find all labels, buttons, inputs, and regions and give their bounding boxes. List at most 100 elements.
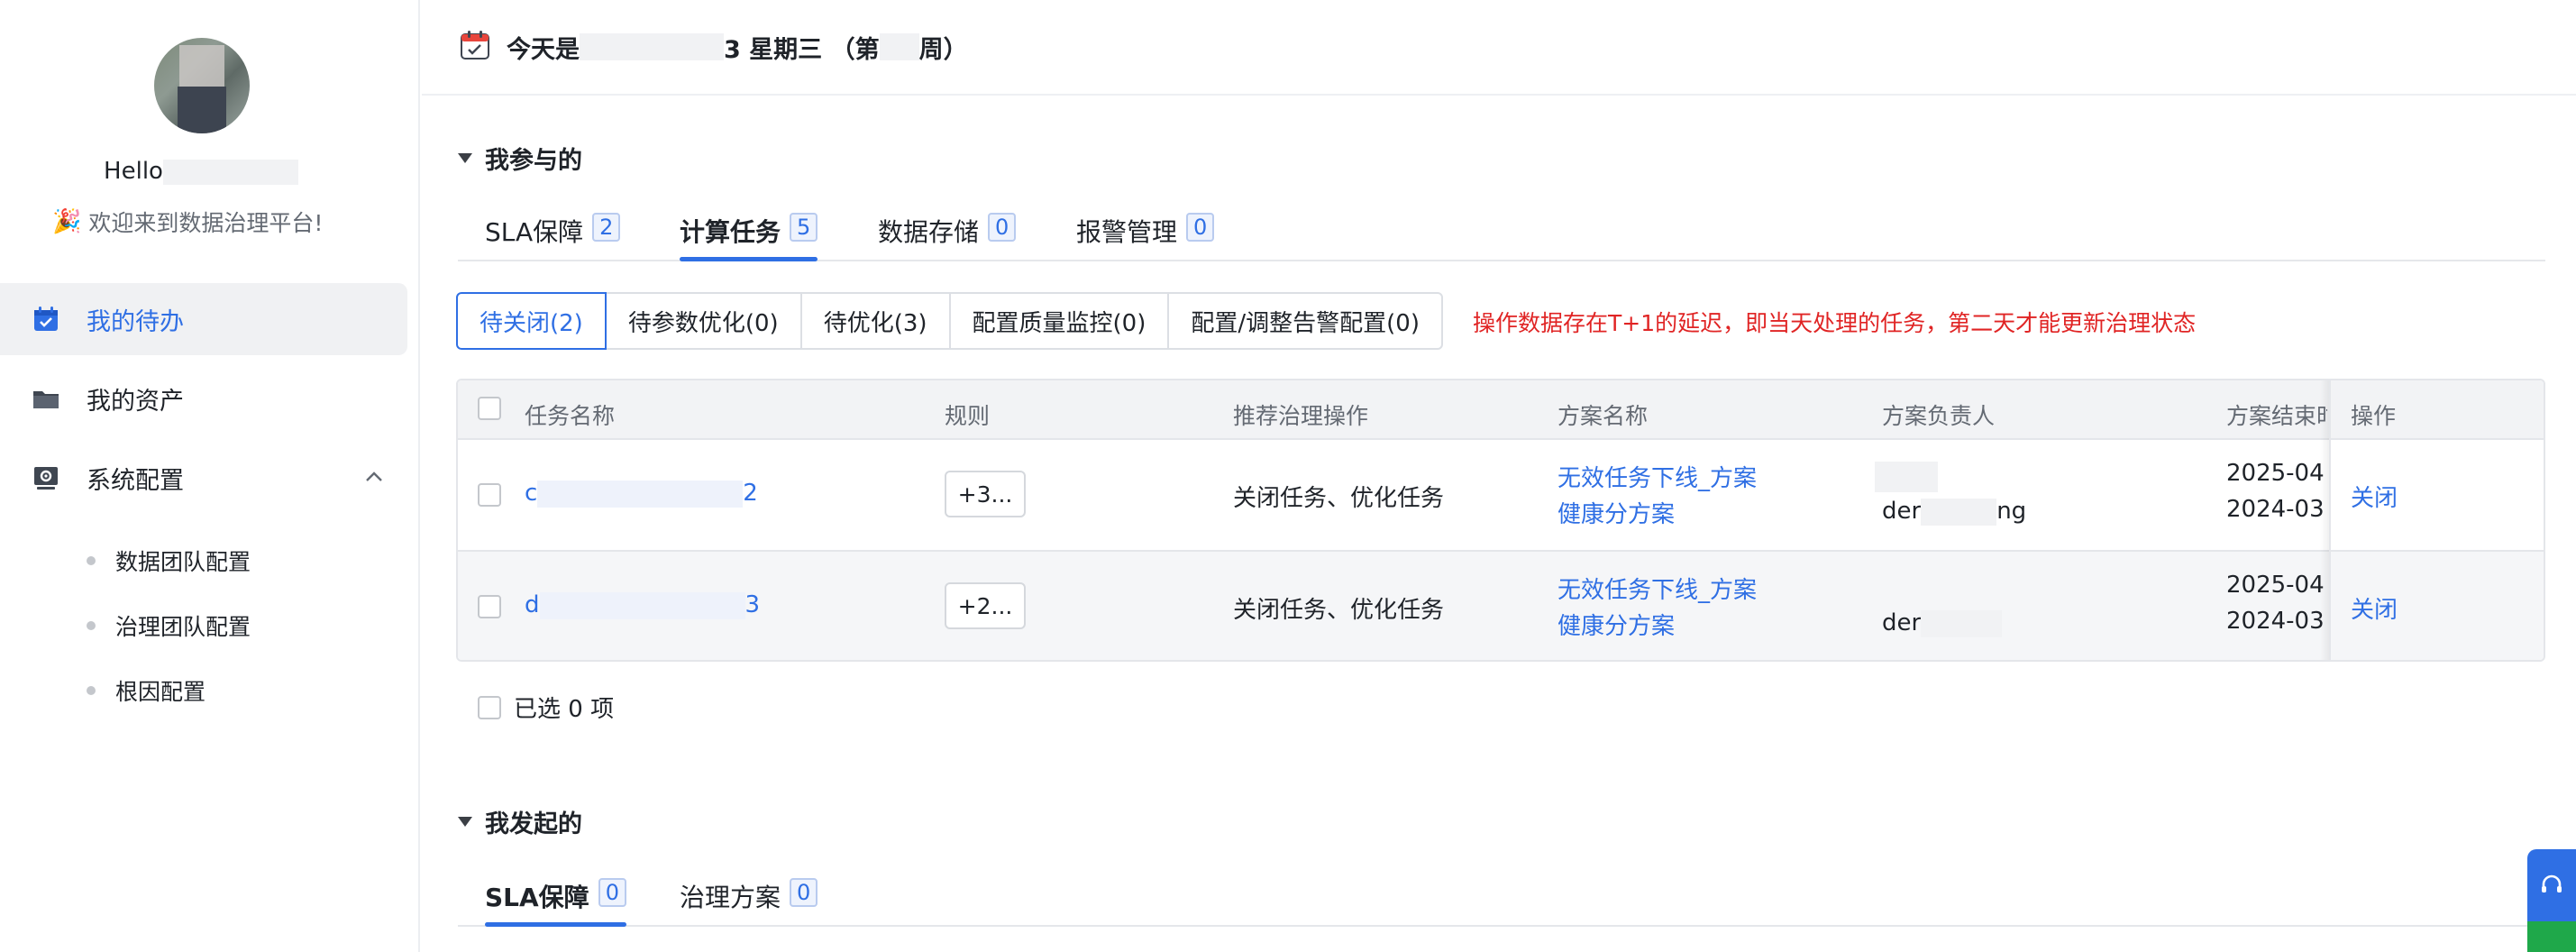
sidebar-item-label: 我的待办 [87,307,184,336]
tab-label: 数据存储 [878,217,980,247]
date-prefix: 今天是 [507,35,580,64]
task-name-mask [537,480,744,508]
section-title: 我发起的 [485,810,582,838]
initiated-tabs: SLA保障 0 治理方案 0 [458,869,2545,927]
delay-notice: 操作数据存在T+1的延迟，即当天处理的任务，第二天才能更新治理状态 [1473,310,2197,336]
tab-count-badge: 2 [592,213,621,242]
floating-support-button[interactable] [2527,849,2576,952]
tab-governance-plan[interactable]: 治理方案 0 [680,869,818,925]
active-tab-indicator [680,257,818,261]
section-participated-toggle[interactable]: 我参与的 [458,141,582,176]
welcome-text: 欢迎来到数据治理平台! [88,210,324,236]
plan-start-date: 2024-03 [2226,496,2325,523]
avatar[interactable] [154,38,250,133]
col-task-name: 任务名称 [525,403,616,429]
owner-avatar-mask [1875,462,1938,492]
owner-end: ng [1996,498,2027,525]
plan-link[interactable]: 健康分方案 [1557,608,1675,641]
plan-link[interactable]: 无效任务下线_方案 [1557,572,1757,605]
sidebar-item-my-assets[interactable]: 我的资产 [0,362,407,435]
tab-sla[interactable]: SLA保障 2 [485,204,621,260]
select-all-checkbox[interactable] [478,397,501,420]
col-rule: 规则 [945,403,991,429]
plan-link[interactable]: 健康分方案 [1557,496,1675,529]
filter-pending-optimize[interactable]: 待优化(3) [799,292,951,350]
sidebar-item-system-config[interactable]: 系统配置 [0,442,407,514]
week-mask [879,33,919,60]
sidebar-subitem-label: 根因配置 [115,679,206,705]
owner-start: der [1882,498,1922,525]
col-plan-owner: 方案负责人 [1882,403,1996,429]
row-checkbox[interactable] [478,595,501,618]
date-header: 今天是 3 星期三 （第 周） [422,0,2576,96]
col-plan-name: 方案名称 [1557,403,1649,429]
tab-count-badge: 0 [598,878,626,907]
tab-label: 计算任务 [680,217,781,247]
owner-mask [1921,498,1997,526]
settings-monitor-icon [31,462,61,493]
sidebar: Hello 🎉 欢迎来到数据治理平台! 我的待办 我的资产 系统配置 数据团队配… [0,0,420,952]
close-task-link[interactable]: 关闭 [2351,480,2398,513]
bullet-dot [87,686,96,695]
sidebar-subitem-data-team[interactable]: 数据团队配置 [87,545,251,577]
active-tab-indicator [485,922,626,927]
col-recommended-action: 推荐治理操作 [1233,403,1369,429]
plan-owner: der ng [1882,498,2026,526]
sidebar-subitem-root-cause[interactable]: 根因配置 [87,674,206,707]
plan-owner: der [1882,609,2003,637]
task-name-end: 3 [744,591,761,618]
tab-data-storage[interactable]: 数据存储 0 [878,204,1017,260]
tab-sla[interactable]: SLA保障 0 [485,869,626,927]
close-task-link[interactable]: 关闭 [2351,591,2398,625]
username-mask [162,159,298,185]
task-name-start: c [525,480,538,507]
filter-pending-param-optimize[interactable]: 待参数优化(0) [604,292,802,350]
bullet-dot [87,556,96,565]
selection-summary: 已选 0 项 [478,691,614,724]
filter-pending-close[interactable]: 待关闭(2) [456,292,607,350]
plan-start-date: 2024-03 [2226,608,2325,635]
plan-end-date: 2025-04 [2226,572,2325,599]
owner-start: der [1882,609,1922,636]
sidebar-subitem-label: 数据团队配置 [115,549,251,575]
filter-quality-monitor[interactable]: 配置质量监控(0) [948,292,1170,350]
welcome-message: 🎉 欢迎来到数据治理平台! [52,206,323,238]
party-popper-icon: 🎉 [52,208,82,235]
task-name-link[interactable]: d3 [525,591,760,619]
plan-link[interactable]: 无效任务下线_方案 [1557,460,1757,493]
status-filter-group: 待关闭(2) 待参数优化(0) 待优化(3) 配置质量监控(0) 配置/调整告警… [456,292,1443,350]
tab-compute-tasks[interactable]: 计算任务 5 [680,204,818,261]
table-header: 任务名称 规则 推荐治理操作 方案名称 方案负责人 方案结束时 操作 [458,380,2544,440]
table-row: d3 +2... 关闭任务、优化任务 无效任务下线_方案 健康分方案 der 2… [458,552,2544,660]
tab-alarm-management[interactable]: 报警管理 0 [1076,204,1215,260]
sidebar-item-label: 系统配置 [87,466,184,495]
selection-count-text: 已选 0 项 [514,696,615,723]
task-name-link[interactable]: c2 [525,480,758,508]
participated-tabs: SLA保障 2 计算任务 5 数据存储 0 报警管理 0 [458,204,2545,261]
plan-end-date: 2025-04 [2226,460,2325,487]
tab-count-badge: 0 [988,213,1017,242]
table-row: c2 +3... 关闭任务、优化任务 无效任务下线_方案 健康分方案 der ng… [458,440,2544,552]
tab-label: SLA保障 [485,883,589,912]
sidebar-subitem-governance-team[interactable]: 治理团队配置 [87,609,251,642]
row-checkbox[interactable] [478,483,501,507]
tab-count-badge: 5 [790,213,818,242]
task-name-end: 2 [743,480,758,507]
greeting: Hello [0,158,402,185]
bulk-select-checkbox[interactable] [478,695,501,719]
calendar-check-icon [31,304,61,334]
recommended-action: 关闭任务、优化任务 [1233,485,1445,512]
rule-more-button[interactable]: +3... [945,471,1026,517]
date-text: 今天是 3 星期三 （第 周） [507,30,968,65]
rule-more-button[interactable]: +2... [945,582,1026,629]
recommended-action: 关闭任务、优化任务 [1233,597,1445,624]
tab-count-badge: 0 [1186,213,1215,242]
floating-secondary-button[interactable] [2527,921,2576,952]
section-initiated-toggle[interactable]: 我发起的 [458,804,582,839]
chevron-up-icon[interactable] [362,465,386,492]
sidebar-item-my-todo[interactable]: 我的待办 [0,283,407,355]
filter-alarm-config[interactable]: 配置/调整告警配置(0) [1167,292,1443,350]
bullet-dot [87,621,96,630]
tab-label: SLA保障 [485,217,584,247]
sidebar-item-label: 我的资产 [87,387,184,416]
